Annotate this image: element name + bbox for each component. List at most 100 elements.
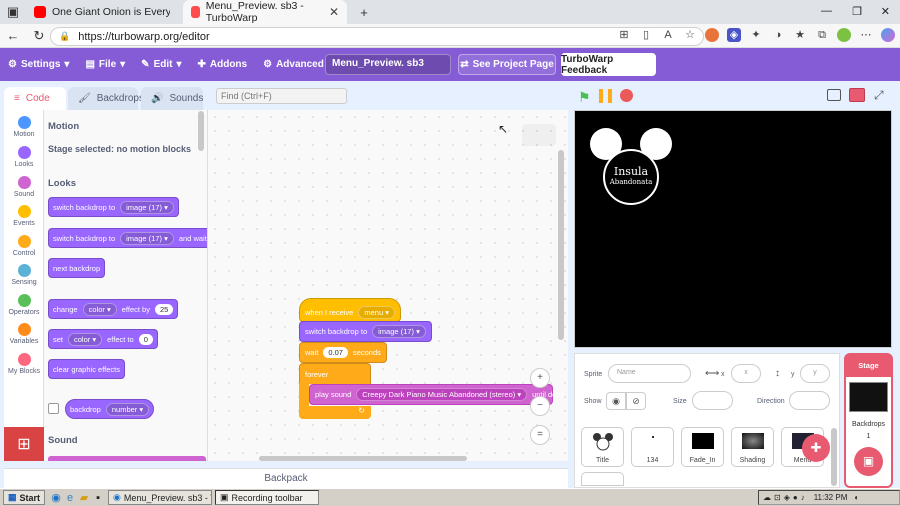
show-eye-icon[interactable]: ◉ (606, 392, 626, 410)
find-input[interactable]: Find (Ctrl+F) (216, 88, 347, 104)
zoom-in-button[interactable]: + (530, 368, 550, 388)
palette-scrollbar[interactable] (198, 111, 204, 151)
new-tab-button[interactable]: + (351, 5, 377, 20)
browser-tab-turbowarp[interactable]: Menu_Preview. sb3 - TurboWarp ✕ (183, 0, 347, 24)
workspace-horizontal-scrollbar[interactable] (259, 456, 467, 461)
workspace-vertical-scrollbar[interactable] (558, 150, 564, 340)
stage-canvas[interactable]: Insula Abandonata (574, 110, 892, 348)
category-looks[interactable]: Looks (4, 146, 44, 168)
y-input[interactable]: y (800, 364, 830, 383)
start-button[interactable]: ▦ Start (3, 490, 46, 505)
play-sound-until-done-block[interactable]: play sound Creepy Dark Piano Music Aband… (309, 384, 565, 405)
hide-eye-icon[interactable]: ⊘ (626, 392, 646, 410)
folder-taskbar-icon[interactable]: ▰ (77, 491, 91, 505)
app-icon[interactable]: ⊞ (617, 28, 631, 42)
x-input[interactable]: x (731, 364, 761, 383)
translate-icon[interactable]: A (661, 28, 675, 42)
back-icon[interactable]: ← (0, 28, 26, 43)
stage-selector-pane[interactable]: Stage Backdrops 1 ▣ (844, 353, 893, 488)
settings-menu[interactable]: ⚙ Settings ▾ (0, 48, 77, 81)
project-title-input[interactable]: Menu_Preview. sb3 (325, 54, 451, 75)
edge-taskbar-icon[interactable]: ◉ (49, 491, 63, 505)
favorites-icon[interactable]: ★ (793, 28, 807, 42)
backdrop-dropdown[interactable]: image (17) ▾ (372, 325, 426, 338)
large-stage-icon[interactable] (849, 88, 865, 102)
add-extension-button[interactable]: ⊞ (4, 427, 44, 461)
direction-input[interactable] (789, 391, 830, 410)
minimize-icon[interactable]: — (821, 5, 832, 17)
block-next-backdrop[interactable]: next backdrop (48, 258, 106, 278)
taskbar-item-recording[interactable]: ▣ Recording toolbar (215, 490, 320, 505)
tab-backdrops[interactable]: 🖌 Backdrops (68, 87, 144, 110)
copilot-icon[interactable]: ◑ (771, 28, 785, 42)
block-switch-backdrop-and-wait[interactable]: switch backdrop to image (17) ▾ and wait (48, 228, 207, 248)
file-menu[interactable]: ▤ File ▾ (77, 48, 133, 81)
tab-sounds[interactable]: 🔊 Sounds (141, 87, 203, 110)
sprite-thumb-shading[interactable]: Shading (731, 427, 774, 467)
sprite-thumb-title[interactable]: Title (581, 427, 624, 467)
collections-icon[interactable]: ⧉ (815, 28, 829, 42)
number-input[interactable]: 25 (154, 303, 174, 315)
tab-code[interactable]: ≡ Code (4, 87, 66, 110)
tab-actions-icon[interactable]: ▣ (0, 4, 26, 20)
backdrop-reporter-checkbox[interactable] (48, 403, 59, 414)
category-operators[interactable]: Operators (4, 294, 44, 316)
ie-taskbar-icon[interactable]: e (63, 491, 77, 505)
edit-menu[interactable]: ✎ Edit ▾ (133, 48, 189, 81)
pause-icon[interactable] (599, 89, 612, 103)
shield-extension-icon[interactable]: ◈ (727, 28, 741, 42)
more-menu-icon[interactable]: ⋯ (859, 28, 873, 42)
message-dropdown[interactable]: menu ▾ (358, 305, 395, 319)
tray-mic-icon[interactable]: ● (793, 493, 798, 502)
addons-menu[interactable]: ✚ Addons (189, 48, 255, 81)
close-tab-icon[interactable]: ✕ (329, 5, 339, 19)
block-change-effect[interactable]: change color ▾ effect by 25 (48, 299, 179, 319)
choose-sprite-button[interactable]: ✚ (802, 434, 830, 462)
block-set-effect[interactable]: set color ▾ effect to 0 (48, 329, 158, 349)
block-backdrop-reporter[interactable]: backdrop number ▾ (65, 399, 155, 419)
extension-icon[interactable] (705, 28, 719, 42)
sprite-thumb-partial[interactable] (581, 472, 624, 486)
see-project-page-button[interactable]: ⇄ See Project Page (458, 54, 556, 75)
category-sound[interactable]: Sound (4, 176, 44, 198)
stop-icon[interactable] (620, 89, 633, 102)
refresh-icon[interactable]: ↻ (26, 28, 52, 44)
script-workspace[interactable]: ↖ when I receive menu ▾ switch backdrop … (208, 110, 568, 461)
category-sensing[interactable]: Sensing (4, 264, 44, 286)
switch-backdrop-block[interactable]: switch backdrop to image (17) ▾ (299, 321, 432, 342)
when-i-receive-hat-block[interactable]: when I receive menu ▾ (299, 298, 401, 322)
backdrop-attribute-dropdown[interactable]: number ▾ (105, 402, 150, 416)
small-stage-icon[interactable] (827, 89, 841, 101)
choose-backdrop-button[interactable]: ▣ (854, 447, 883, 476)
edge-copilot-icon[interactable] (881, 28, 895, 42)
wait-seconds-input[interactable]: 0.07 (323, 347, 348, 358)
browser-tab-youtube[interactable]: One Giant Onion is Everything W (26, 0, 183, 24)
tray-cloud-icon[interactable]: ☁ (763, 493, 771, 502)
terminal-taskbar-icon[interactable]: ▪ (91, 491, 105, 505)
size-input[interactable] (692, 391, 733, 410)
feedback-button[interactable]: TurboWarp Feedback (561, 53, 656, 76)
category-motion[interactable]: Motion (4, 116, 44, 138)
category-events[interactable]: Events (4, 205, 44, 227)
effect-dropdown[interactable]: color ▾ (82, 302, 117, 316)
backdrop-dropdown[interactable]: image (17) ▾ (120, 200, 174, 214)
forever-block[interactable]: forever (299, 363, 371, 384)
number-input[interactable]: 0 (138, 333, 153, 345)
puzzle-icon[interactable]: ✦ (749, 28, 763, 42)
block-clear-graphic-effects[interactable]: clear graphic effects (48, 359, 125, 379)
block-switch-backdrop[interactable]: switch backdrop to image (17) ▾ (48, 197, 179, 217)
category-control[interactable]: Control (4, 235, 44, 257)
tray-volume-icon[interactable]: ♪ (801, 493, 805, 502)
category-my-blocks[interactable]: My Blocks (4, 353, 44, 375)
tray-app-icon[interactable]: ◐ (854, 493, 859, 502)
maximize-icon[interactable]: ❐ (852, 5, 862, 18)
sprite-thumb-134[interactable]: 134 (631, 427, 674, 467)
tray-shield-icon[interactable]: ◈ (784, 493, 790, 502)
fullscreen-icon[interactable]: ⤢ (874, 88, 884, 103)
sprite-thumb-fade-in[interactable]: Fade_In (681, 427, 724, 467)
favorite-star-icon[interactable]: ☆ (683, 28, 697, 42)
sound-dropdown[interactable]: Creepy Dark Piano Music Abandoned (stere… (356, 388, 528, 401)
profile-avatar[interactable] (837, 28, 851, 42)
advanced-menu[interactable]: ⚙ Advanced (255, 48, 332, 81)
zoom-out-button[interactable]: − (530, 396, 550, 416)
